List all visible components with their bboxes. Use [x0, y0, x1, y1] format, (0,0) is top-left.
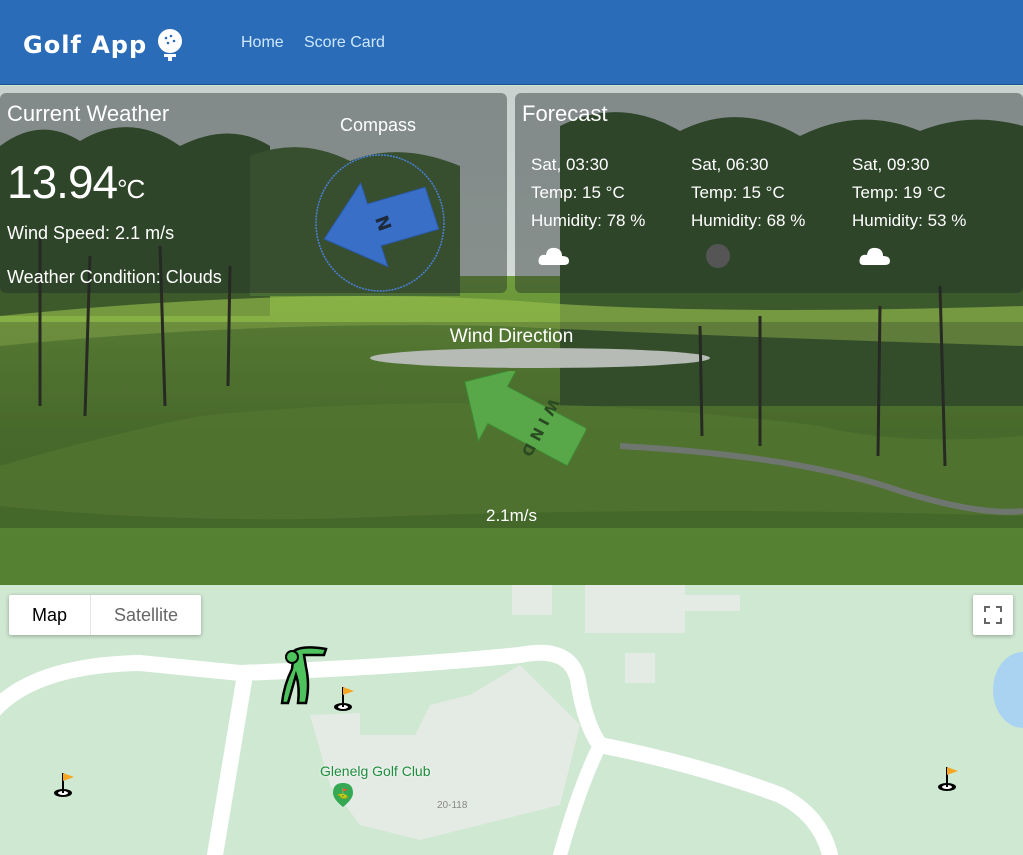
cloud-icon — [859, 247, 890, 265]
nav-score-card-link[interactable]: Score Card — [304, 34, 385, 52]
brand[interactable]: Golf App — [23, 28, 185, 62]
temperature-value: 13.94 — [7, 156, 118, 208]
weather-hero: Current Weather 13.94°C Wind Speed: 2.1 … — [0, 86, 1023, 585]
forecast-item: Sat, 03:30 Temp: 15 °C Humidity: 78 % — [531, 151, 645, 235]
satellite-view-button[interactable]: Satellite — [91, 595, 201, 635]
forecast-temp: Temp: 15 °C — [691, 183, 785, 202]
forecast-humidity: Humidity: 68 % — [691, 211, 806, 230]
compass-arrow-icon: N — [315, 154, 445, 292]
forecast-time: Sat, 03:30 — [531, 155, 609, 174]
navbar: Golf App Home Score Card — [0, 0, 1023, 85]
golf-ball-icon — [158, 29, 183, 61]
forecast-time: Sat, 06:30 — [691, 155, 769, 174]
temperature: 13.94°C — [7, 155, 145, 209]
compass-label: Compass — [340, 115, 417, 135]
forecast-temp: Temp: 19 °C — [852, 183, 946, 202]
current-weather-panel: Current Weather 13.94°C Wind Speed: 2.1 … — [0, 93, 507, 293]
nav-home-link[interactable]: Home — [241, 34, 284, 52]
map-view-button[interactable]: Map — [9, 595, 92, 635]
forecast-humidity: Humidity: 78 % — [531, 211, 646, 230]
forecast-temp: Temp: 15 °C — [531, 183, 625, 202]
course-map[interactable]: ⛳ Map Satellite Glenelg Golf Club 20-118 — [0, 585, 1023, 855]
cloud-icon — [538, 247, 569, 265]
fullscreen-icon — [984, 606, 1002, 624]
dark-cloud-icon — [706, 244, 730, 268]
forecast-panel: Forecast Sat, 03:30 Temp: 15 °C Humidity… — [515, 93, 1023, 293]
forecast-title: Forecast — [522, 101, 608, 126]
forecast-time: Sat, 09:30 — [852, 155, 930, 174]
wind-speed: Wind Speed: 2.1 m/s — [7, 223, 175, 243]
road-number-label: 20-118 — [437, 800, 468, 811]
fullscreen-button[interactable] — [973, 595, 1013, 635]
forecast-item: Sat, 09:30 Temp: 19 °C Humidity: 53 % — [852, 151, 966, 235]
brand-name: Golf App — [23, 31, 148, 59]
wind-speed-label: 2.1m/s — [485, 506, 538, 525]
current-weather-title: Current Weather — [7, 101, 170, 126]
wind-direction-title: Wind Direction — [449, 326, 574, 347]
place-label[interactable]: Glenelg Golf Club — [320, 763, 431, 779]
map-type-toggle: Map Satellite — [9, 595, 202, 635]
svg-text:⛳: ⛳ — [337, 787, 349, 800]
weather-condition: Weather Condition: Clouds — [7, 267, 222, 287]
forecast-humidity: Humidity: 53 % — [852, 211, 967, 230]
wind-arrow-icon: W I N D — [464, 371, 586, 467]
temperature-unit: °C — [117, 174, 145, 204]
forecast-item: Sat, 06:30 Temp: 15 °C Humidity: 68 % — [691, 151, 805, 235]
